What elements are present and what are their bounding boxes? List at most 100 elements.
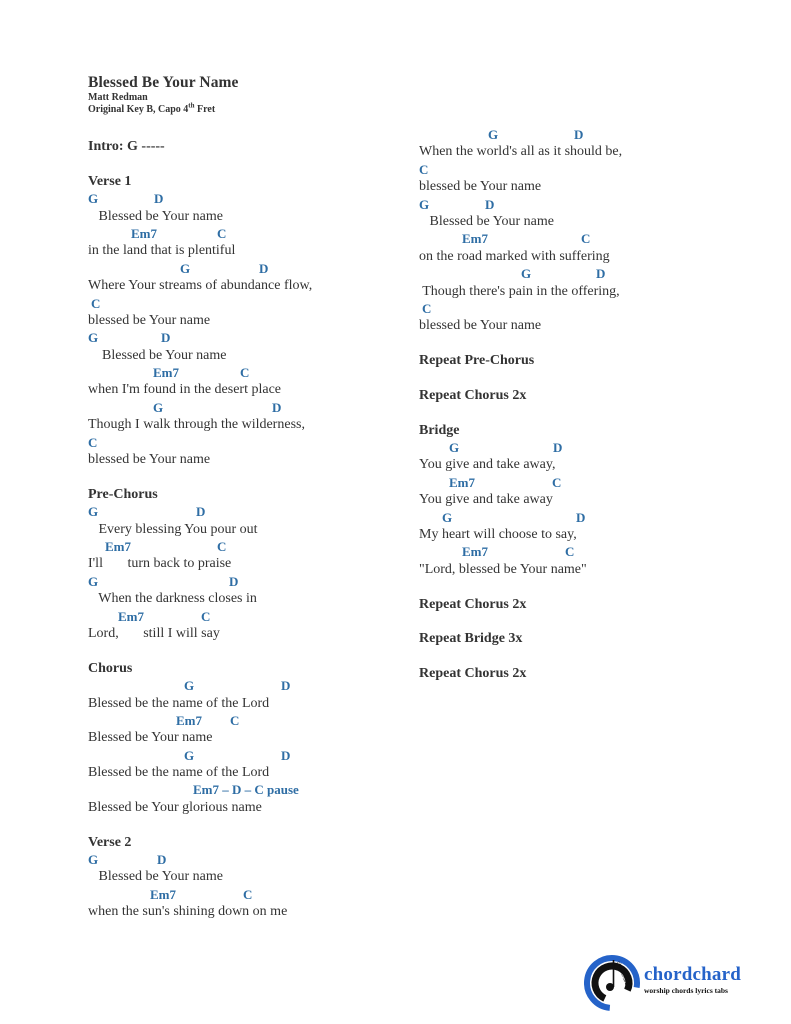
chord-line: GD	[419, 439, 739, 456]
chord: Em7	[105, 538, 131, 554]
right-column: G D When the world's all as it should be, C…	[419, 126, 739, 683]
chord: Em7	[153, 365, 179, 381]
section-heading: Repeat Chorus 2x	[419, 387, 527, 403]
chord-line: GD	[88, 260, 408, 277]
chord: C	[581, 231, 591, 247]
chord-line: GD	[419, 509, 739, 526]
logo-name: chordchard	[644, 964, 741, 985]
chord: G	[180, 260, 191, 276]
section-heading: Chorus	[88, 660, 133, 676]
chord: D	[485, 196, 495, 212]
chord-line: Em7 C	[88, 538, 408, 555]
lyric-line: Blessed be the name of the Lord	[88, 695, 270, 711]
lyric-line: Blessed be Your glorious name	[88, 799, 262, 815]
lyric-line: Blessed be Your name	[88, 347, 227, 363]
chord: G	[153, 399, 164, 415]
lyric-line: You give and take away	[419, 492, 553, 508]
chord: C	[419, 161, 429, 177]
section-heading: Repeat Bridge 3x	[419, 631, 523, 647]
chord-line: C	[419, 300, 739, 317]
lyric-line: Blessed be Your name	[88, 730, 213, 746]
chord-line: GD	[88, 851, 408, 868]
chord-line: GD	[88, 747, 408, 764]
chord: D	[574, 127, 584, 142]
chord-line: Em7 C	[88, 886, 408, 903]
key-info-suffix: Fret	[194, 104, 216, 115]
lyric-line: in the land that is plentiful	[88, 243, 236, 259]
chord-line: GD	[88, 329, 408, 346]
chord: C	[91, 295, 101, 311]
chord: G	[449, 440, 460, 456]
chord-line: Em7 C	[419, 474, 739, 491]
section-heading: Repeat Chorus 2x	[419, 666, 527, 682]
lyric-line: Every blessing You pour out	[88, 521, 258, 537]
chord: C	[552, 474, 562, 490]
chord: D	[259, 260, 269, 276]
chord: G	[184, 678, 195, 694]
chord: D	[196, 504, 206, 520]
chord-line: Em7 C	[88, 608, 408, 625]
lyric-line: on the road marked with suffering	[419, 248, 610, 264]
chord: G	[88, 573, 99, 589]
chord: G	[88, 191, 99, 207]
chord-line: Em7 C	[419, 230, 739, 247]
lyric-line: You give and take away,	[419, 457, 556, 473]
lyric-line: Though there's pain in the offering,	[419, 283, 620, 299]
chord-line: GD	[419, 196, 739, 213]
chord: C	[240, 365, 250, 381]
chord: G	[521, 266, 532, 282]
chord: C	[217, 225, 227, 241]
chord: Em7	[449, 474, 475, 490]
chord: D	[553, 440, 563, 456]
chord: Em7	[462, 231, 488, 247]
music-note-c-logo-icon: chordchard	[584, 955, 640, 1011]
chord-sheet-page: Blessed Be Your Name Matt Redman Origina…	[0, 0, 791, 1024]
chord: C	[243, 886, 253, 902]
lyric-line: When the darkness closes in	[88, 591, 257, 607]
lyric-line: Lord, still I will say	[88, 625, 220, 641]
chord: G	[88, 852, 99, 868]
chord: D	[161, 330, 171, 346]
chord: D	[596, 266, 606, 282]
lyric-line: Where Your streams of abundance flow,	[88, 278, 313, 294]
chord-line: Em7 – D – C pause	[88, 781, 408, 798]
chord: G	[184, 747, 195, 763]
section-heading: Bridge	[419, 422, 460, 438]
chord: D	[229, 573, 239, 589]
chord-line: Em7 C	[88, 364, 408, 381]
chord: C	[88, 434, 98, 450]
chord: C	[201, 608, 211, 624]
chord: C	[422, 300, 432, 316]
chord: C	[230, 712, 240, 728]
section-heading: Intro: G -----	[88, 139, 165, 154]
lyric-line: When the world's all as it should be,	[419, 144, 623, 160]
lyric-line: Blessed be Your name	[88, 869, 223, 885]
lyric-line: I'll turn back to praise	[88, 556, 232, 572]
chord-line: GD	[88, 677, 408, 694]
chord: D	[576, 509, 586, 525]
lyric-line: Blessed be the name of the Lord	[88, 765, 270, 781]
lyric-line: when I'm found in the desert place	[88, 382, 282, 398]
chordchard-logo[interactable]: chordchard chordchard worship chords lyr…	[584, 954, 764, 1011]
left-column: Intro: G ----- Verse 1GD Blessed be Your …	[88, 138, 408, 921]
chord: G	[88, 330, 99, 346]
chord-line: GD	[419, 126, 739, 143]
chord: Em7	[462, 544, 488, 560]
chord-line: C	[88, 434, 408, 451]
chord: Em7	[131, 225, 157, 241]
lyric-line: blessed be Your name	[88, 452, 211, 468]
chord: G	[419, 196, 430, 212]
lyric-line: "Lord, blessed be Your name"	[419, 561, 587, 577]
chord: Em7 – D – C pause	[193, 782, 299, 798]
lyric-line: Though I walk through the wilderness,	[88, 417, 305, 433]
lyric-line: Blessed be Your name	[88, 208, 223, 224]
chord-line: GD	[88, 190, 408, 207]
key-info-prefix: Original Key B, Capo 4	[88, 104, 189, 115]
